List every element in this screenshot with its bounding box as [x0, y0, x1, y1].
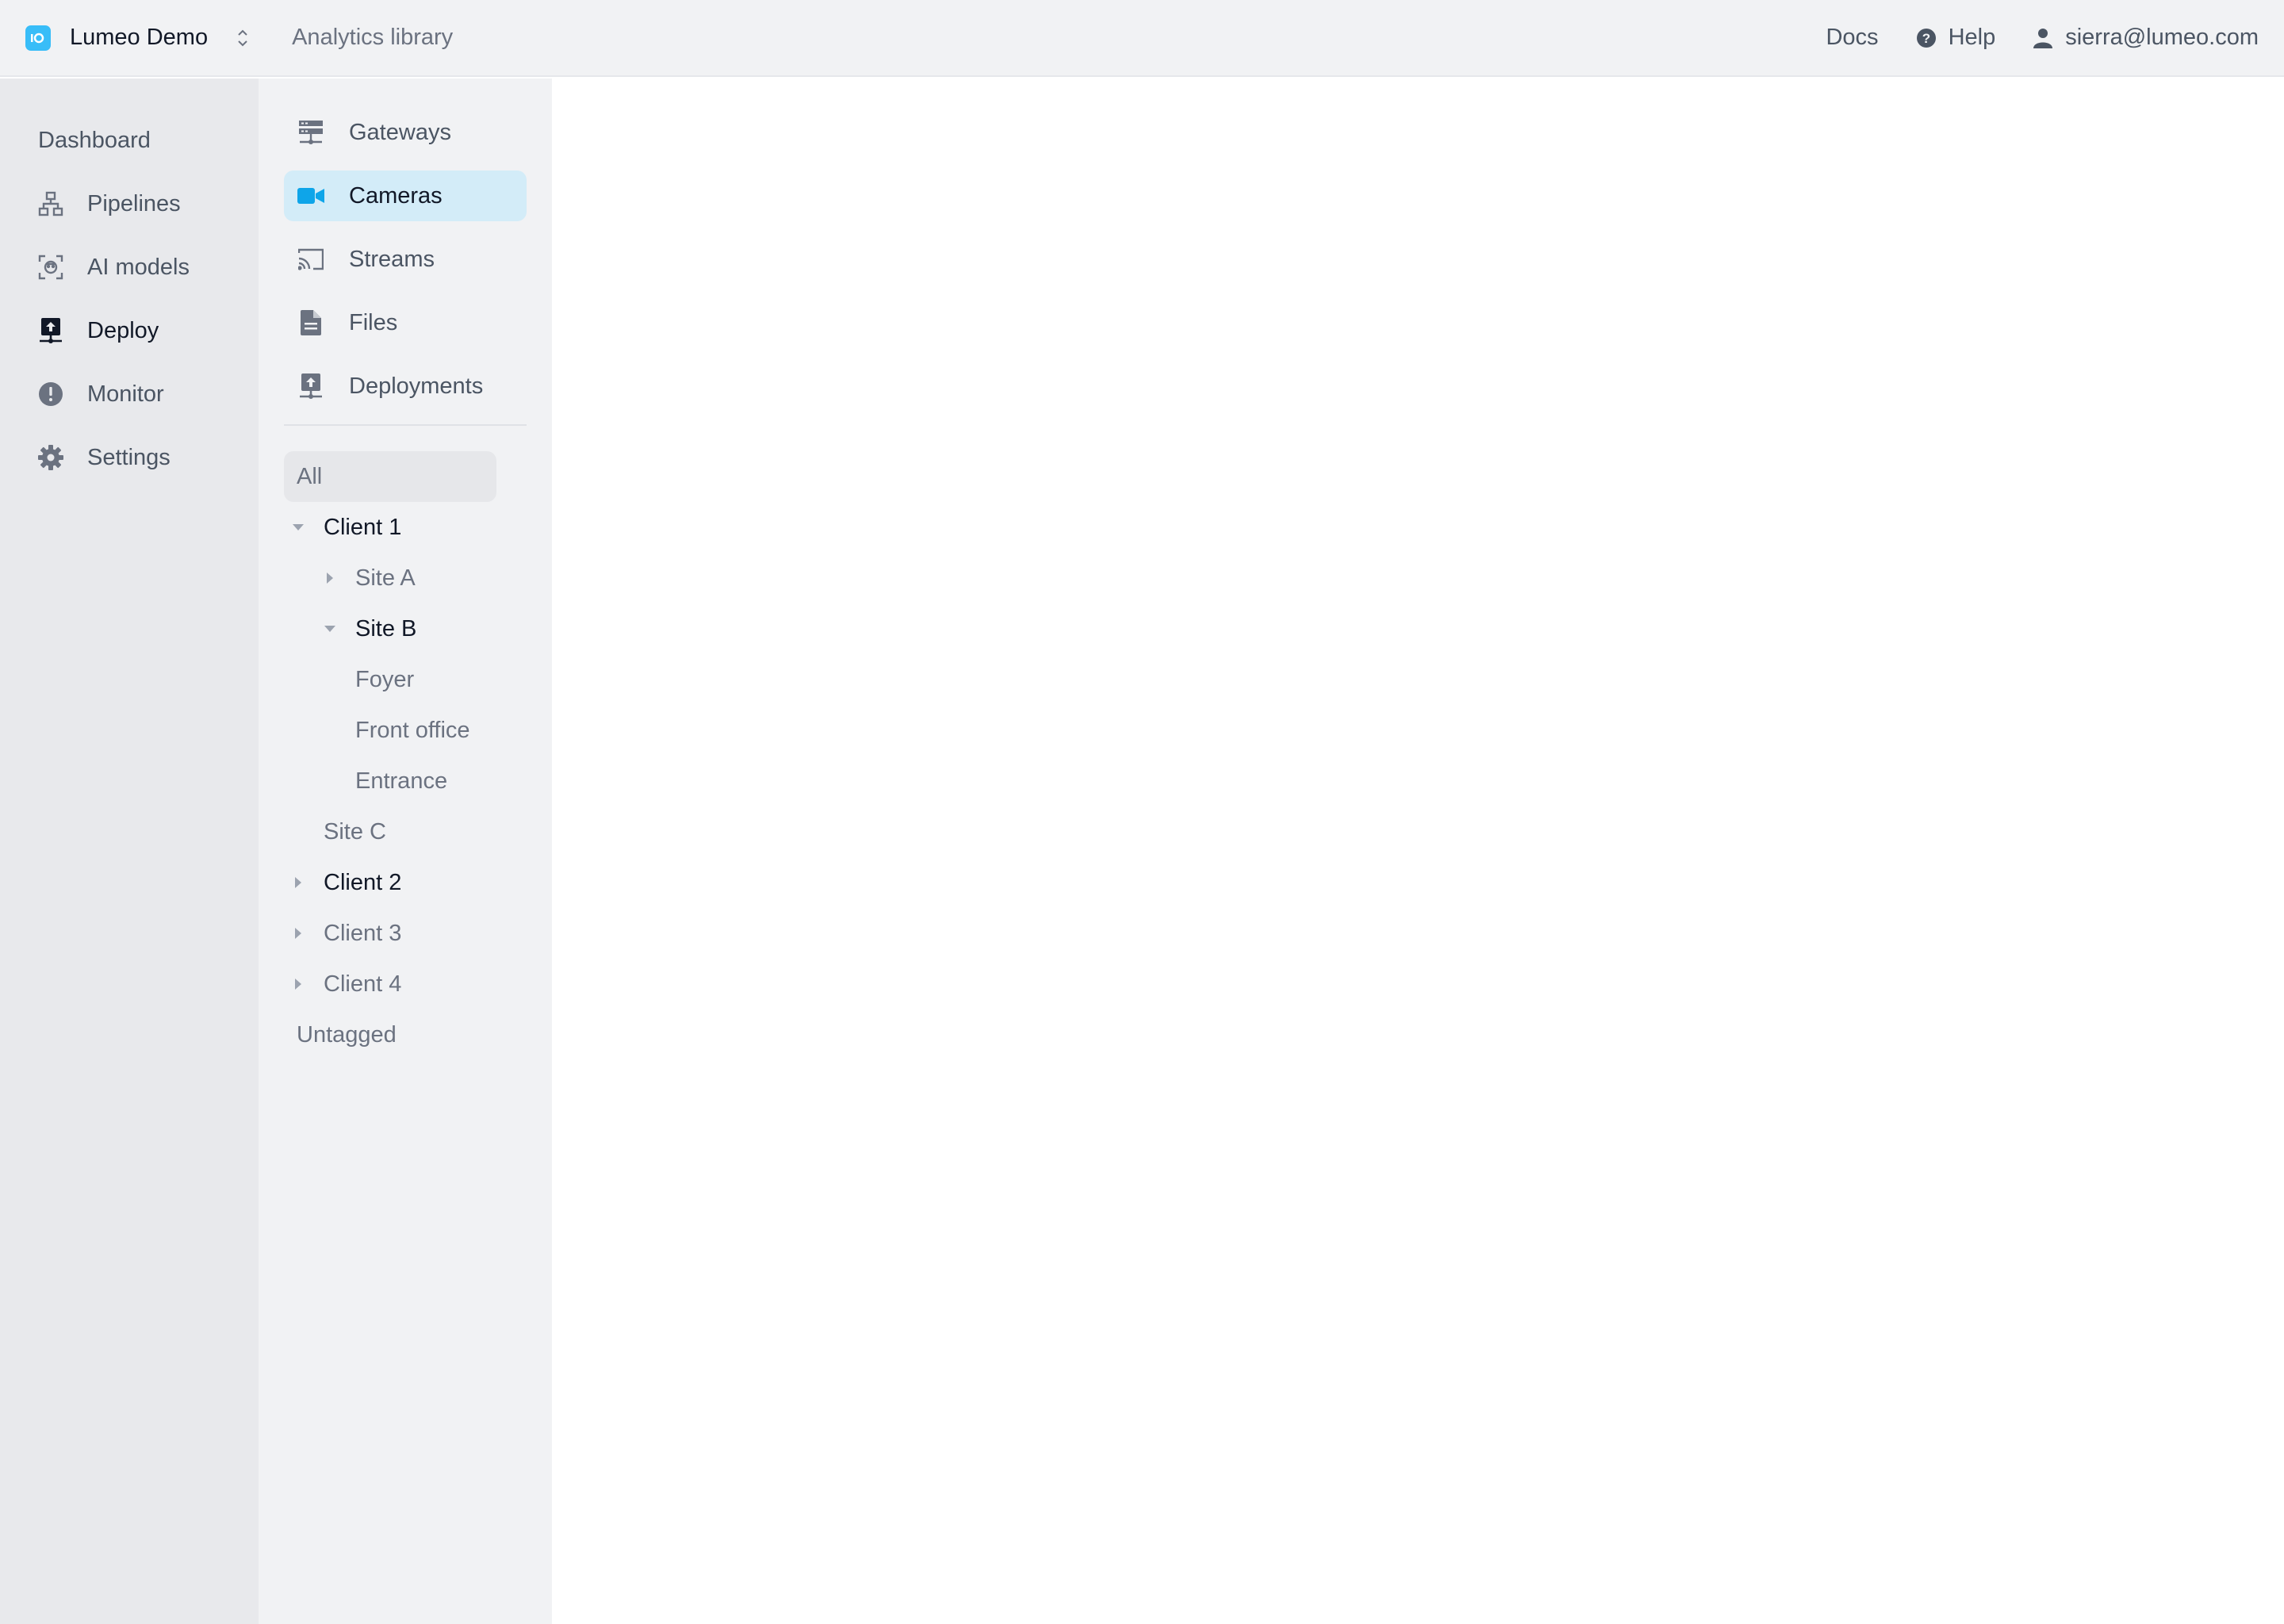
tree-item-label: Front office [355, 717, 470, 743]
sidebar-item-pipelines[interactable]: Pipelines [0, 172, 259, 236]
tree-item-label: Site A [355, 565, 416, 591]
help-label: Help [1948, 25, 1996, 50]
tree-item-untagged[interactable]: Untagged [284, 1009, 527, 1060]
subnav-item-cameras[interactable]: Cameras [284, 170, 527, 221]
top-bar: Lumeo Demo Analytics library Docs ? Help… [0, 0, 2284, 77]
caret-right-icon[interactable] [320, 569, 339, 588]
tree-item-label: Untagged [297, 1021, 397, 1048]
sidebar-item-label: Dashboard [38, 127, 151, 153]
lumeo-logo-icon [25, 25, 51, 51]
subnav-item-gateways[interactable]: Gateways [284, 107, 527, 158]
secondary-sidebar: Gateways Cameras Streams Files Deploymen… [259, 79, 552, 1624]
tree-item-client-3[interactable]: Client 3 [284, 908, 527, 959]
main-content [552, 79, 2284, 1624]
user-email: sierra@lumeo.com [2065, 25, 2259, 50]
tree-item-label: Client 3 [324, 920, 402, 946]
tree-item-client-4[interactable]: Client 4 [284, 959, 527, 1009]
tree-item-client-2[interactable]: Client 2 [284, 857, 527, 908]
analytics-library-link[interactable]: Analytics library [292, 25, 453, 51]
tree-item-site-b[interactable]: Site B [284, 603, 527, 654]
video-camera-icon [297, 182, 325, 210]
sidebar-item-ai-models[interactable]: AI models [0, 236, 259, 299]
tree-item-label: Client 1 [324, 514, 402, 540]
tree-item-foyer[interactable]: Foyer [284, 654, 527, 705]
sidebar-item-label: Deploy [87, 317, 159, 343]
sidebar-item-deploy[interactable]: Deploy [0, 299, 259, 362]
user-menu[interactable]: sierra@lumeo.com [2032, 25, 2259, 51]
svg-text:?: ? [1922, 31, 1930, 46]
tree-item-label: All [297, 463, 323, 489]
tree-item-label: Entrance [355, 768, 448, 794]
file-icon [297, 308, 325, 337]
subnav-item-label: Streams [349, 246, 435, 272]
subnav-item-files[interactable]: Files [284, 297, 527, 348]
subnav-item-deployments[interactable]: Deployments [284, 361, 527, 412]
sidebar-item-label: Monitor [87, 381, 164, 407]
top-right-links: Docs ? Help sierra@lumeo.com [1826, 25, 2259, 51]
tree-item-label: Client 4 [324, 971, 402, 997]
tree-item-label: Site B [355, 615, 417, 642]
caret-down-icon[interactable] [320, 619, 339, 638]
caret-right-icon[interactable] [289, 975, 308, 994]
tree-item-client-1[interactable]: Client 1 [284, 502, 527, 553]
tree-item-all[interactable]: All [284, 451, 496, 502]
tree-item-label: Foyer [355, 666, 415, 692]
subnav-item-label: Files [349, 309, 398, 335]
face-scan-icon [36, 253, 65, 282]
org-name: Lumeo Demo [70, 25, 209, 50]
primary-sidebar: Dashboard Pipelines AI models Deploy Mon… [0, 79, 259, 1624]
help-link[interactable]: ? Help [1915, 25, 1996, 51]
caret-down-icon[interactable] [289, 518, 308, 537]
server-icon [297, 118, 325, 147]
caret-right-icon[interactable] [289, 924, 308, 943]
tree-item-site-c[interactable]: Site C [284, 806, 527, 857]
tree-item-label: Site C [324, 818, 386, 845]
tree-item-front-office[interactable]: Front office [284, 705, 527, 756]
deploy-icon [36, 316, 65, 345]
subnav-item-label: Gateways [349, 119, 451, 145]
cast-icon [297, 245, 325, 274]
subnav-item-label: Cameras [349, 182, 443, 209]
org-switcher[interactable]: Lumeo Demo [25, 0, 252, 76]
sidebar-item-settings[interactable]: Settings [0, 426, 259, 489]
tree-item-site-a[interactable]: Site A [284, 553, 527, 603]
deploy-icon [297, 372, 325, 400]
docs-label: Docs [1826, 25, 1879, 50]
tree-item-entrance[interactable]: Entrance [284, 756, 527, 806]
gear-icon [36, 443, 65, 472]
network-icon [36, 190, 65, 218]
docs-link[interactable]: Docs [1826, 25, 1878, 51]
subnav-item-streams[interactable]: Streams [284, 234, 527, 285]
subnav-item-label: Deployments [349, 373, 484, 399]
chevron-up-down-icon [236, 25, 252, 51]
caret-right-icon[interactable] [289, 873, 308, 892]
user-icon [2032, 27, 2054, 49]
tree-item-label: Client 2 [324, 869, 402, 895]
sidebar-item-label: Settings [87, 444, 171, 470]
alert-circle-icon [36, 380, 65, 408]
help-icon: ? [1915, 27, 1937, 49]
tag-tree: All Client 1 Site A Site B Foyer Front o… [259, 426, 552, 1060]
sidebar-item-label: Pipelines [87, 190, 181, 216]
sidebar-item-label: AI models [87, 254, 190, 280]
sidebar-item-dashboard[interactable]: Dashboard [0, 109, 259, 172]
sidebar-item-monitor[interactable]: Monitor [0, 362, 259, 426]
